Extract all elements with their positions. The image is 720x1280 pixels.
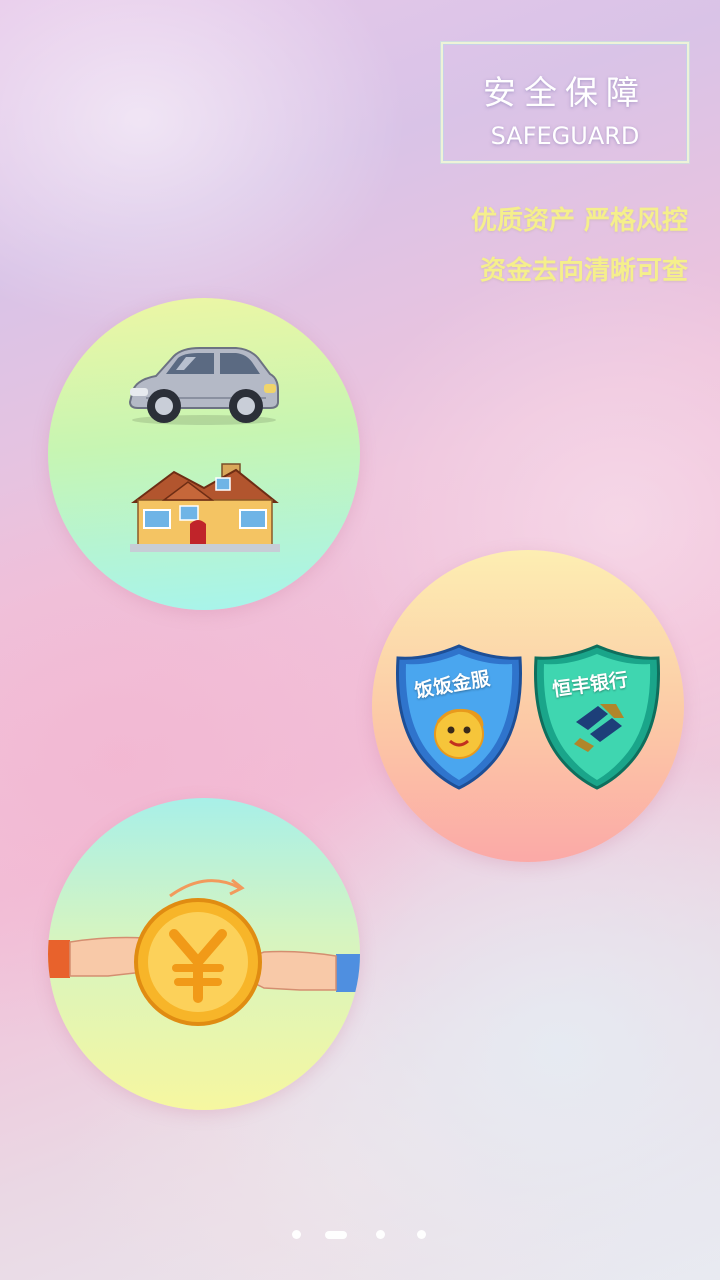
slogan-line-2: 资金去向清晰可查 [479,256,688,286]
page-dot-2-active[interactable] [325,1231,347,1239]
partner-guarantee-circle: 饭饭金服 恒丰银行 [372,550,684,862]
fund-flow-circle [48,798,360,1110]
safeguard-title-box: 安全保障 SAFEGUARD [441,42,689,163]
asset-security-circle [48,298,360,610]
page-dot-4[interactable] [417,1230,426,1239]
smiley-shield-icon [396,644,522,790]
page-dot-1[interactable] [292,1230,301,1239]
bank-logo-shield-icon [534,644,660,790]
coin-exchange-icon [48,878,360,1026]
page-indicator [0,1226,720,1242]
slogan-line-1: 优质资产 严格风控 [470,206,688,236]
title-chinese: 安全保障 [483,73,647,112]
title-english: SAFEGUARD [490,122,640,150]
house-icon [130,463,280,552]
car-icon [128,347,279,425]
page-dot-3[interactable] [376,1230,385,1239]
